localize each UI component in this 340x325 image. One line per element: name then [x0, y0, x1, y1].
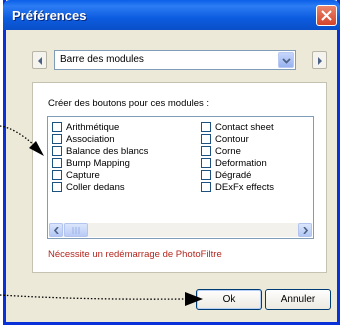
cancel-button[interactable]: Annuler [265, 289, 331, 310]
checkbox[interactable] [201, 122, 211, 132]
module-select-value: Barre des modules [60, 54, 144, 65]
close-icon [321, 10, 332, 21]
close-button[interactable] [316, 5, 337, 26]
modules-column-2: Contact sheet Contour Corne Deformation … [201, 121, 274, 193]
checkbox[interactable] [201, 170, 211, 180]
chevron-left-icon [54, 227, 59, 234]
checkbox[interactable] [52, 170, 62, 180]
window-title: Préférences [12, 8, 87, 23]
module-checkbox[interactable]: Dégradé [201, 169, 274, 181]
ok-button[interactable]: Ok [196, 289, 262, 310]
grip-icon [72, 227, 80, 234]
checkbox[interactable] [52, 182, 62, 192]
horizontal-scrollbar[interactable] [49, 223, 312, 237]
module-checkbox[interactable]: Deformation [201, 157, 274, 169]
dropdown-button[interactable] [278, 52, 294, 68]
module-selector-row: Barre des modules [32, 50, 327, 70]
module-checkbox[interactable]: DExFx effects [201, 181, 274, 193]
module-checkbox[interactable]: Balance des blancs [52, 145, 148, 157]
title-bar: Préférences [3, 0, 340, 30]
prev-button[interactable] [32, 51, 47, 69]
checkbox[interactable] [201, 182, 211, 192]
module-checkbox[interactable]: Contact sheet [201, 121, 274, 133]
modules-list[interactable]: Arithmétique Association Balance des bla… [47, 116, 314, 239]
checkbox[interactable] [201, 146, 211, 156]
scroll-left-button[interactable] [49, 223, 63, 237]
panel-label: Créer des boutons pour ces modules : [48, 98, 210, 109]
chevron-right-icon [318, 57, 322, 65]
checkbox[interactable] [52, 158, 62, 168]
module-checkbox[interactable]: Arithmétique [52, 121, 148, 133]
module-select[interactable]: Barre des modules [54, 50, 296, 70]
scroll-right-button[interactable] [298, 223, 312, 237]
checkbox[interactable] [201, 134, 211, 144]
module-checkbox[interactable]: Contour [201, 133, 274, 145]
scroll-thumb[interactable] [64, 223, 88, 237]
checkbox[interactable] [52, 134, 62, 144]
chevron-right-icon [303, 227, 308, 234]
modules-column-1: Arithmétique Association Balance des bla… [52, 121, 148, 193]
chevron-left-icon [38, 57, 42, 65]
module-checkbox[interactable]: Coller dedans [52, 181, 148, 193]
modules-panel: Créer des boutons pour ces modules : Ari… [32, 82, 327, 273]
module-checkbox[interactable]: Association [52, 133, 148, 145]
checkbox[interactable] [52, 122, 62, 132]
chevron-down-icon [282, 58, 291, 64]
checkbox[interactable] [201, 158, 211, 168]
module-checkbox[interactable]: Corne [201, 145, 274, 157]
next-button[interactable] [312, 51, 327, 69]
module-checkbox[interactable]: Capture [52, 169, 148, 181]
module-checkbox[interactable]: Bump Mapping [52, 157, 148, 169]
restart-note: Nécessite un redémarrage de PhotoFiltre [48, 249, 222, 260]
checkbox[interactable] [52, 146, 62, 156]
